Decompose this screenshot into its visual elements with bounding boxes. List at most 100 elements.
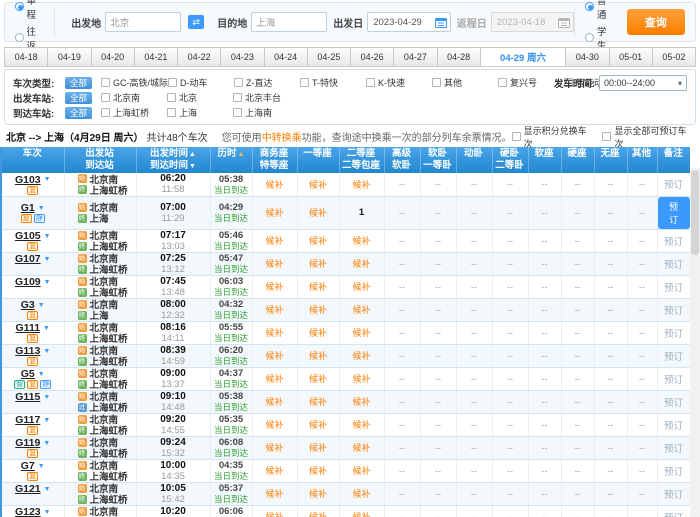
column-header-二等座[interactable]: 二等座 二等包座 [339, 147, 384, 173]
checkbox-icon[interactable] [233, 93, 242, 102]
seat-waitlist-cell[interactable]: 候补 [297, 252, 339, 275]
column-header-其他[interactable]: 其他 [627, 147, 657, 173]
seat-waitlist-cell[interactable]: 候补 [339, 252, 384, 275]
train-number-link[interactable]: G1 [21, 202, 35, 214]
seat-waitlist-cell[interactable]: 候补 [297, 413, 339, 436]
date-tab-04-21[interactable]: 04-21 [135, 47, 178, 67]
seat-waitlist-cell[interactable]: 候补 [297, 344, 339, 367]
seat-waitlist-cell[interactable]: 候补 [252, 413, 297, 436]
train-number-link[interactable]: G7 [21, 460, 35, 472]
column-header-车次[interactable]: 车次 [2, 147, 64, 173]
seat-waitlist-cell[interactable]: 候补 [339, 344, 384, 367]
seat-waitlist-cell[interactable]: 候补 [339, 459, 384, 482]
seat-waitlist-cell[interactable]: 候补 [297, 275, 339, 298]
seat-waitlist-cell[interactable]: 候补 [252, 252, 297, 275]
depart-date-input[interactable]: 2023-04-29 [367, 12, 451, 32]
seat-waitlist-cell[interactable]: 候补 [252, 505, 297, 517]
checkbox-icon[interactable] [101, 78, 110, 87]
date-tab-04-23[interactable]: 04-23 [221, 47, 264, 67]
seat-waitlist-cell[interactable]: 候补 [339, 482, 384, 505]
train-number-link[interactable]: G113 [15, 345, 40, 357]
seat-waitlist-cell[interactable]: 候补 [252, 344, 297, 367]
seat-waitlist-cell[interactable]: 候补 [339, 229, 384, 252]
checkbox-icon[interactable] [498, 78, 507, 87]
seat-waitlist-cell[interactable]: 候补 [252, 229, 297, 252]
seat-waitlist-cell[interactable]: 候补 [339, 298, 384, 321]
radio-icon[interactable] [585, 2, 594, 11]
column-header-高级[interactable]: 高级 软卧 [384, 147, 420, 173]
transfer-link[interactable]: 中转换乘 [262, 133, 302, 144]
filter-checkbox-option[interactable]: 其他 [432, 76, 498, 89]
to-station-input[interactable] [251, 12, 327, 32]
date-tab-04-25[interactable]: 04-25 [308, 47, 351, 67]
filter-checkbox-option[interactable]: D-动车 [168, 76, 234, 89]
date-tab-04-27[interactable]: 04-27 [394, 47, 437, 67]
train-number-link[interactable]: G121 [15, 483, 41, 495]
checkbox-icon[interactable] [167, 93, 176, 102]
seat-waitlist-cell[interactable]: 候补 [252, 275, 297, 298]
seat-waitlist-cell[interactable]: 候补 [297, 229, 339, 252]
filter-checkbox-option[interactable]: 北京丰台 [233, 91, 299, 104]
expand-caret-icon[interactable]: ▼ [38, 302, 45, 309]
seat-waitlist-cell[interactable]: 候补 [297, 390, 339, 413]
filter-checkbox-option[interactable]: Z-直达 [234, 76, 300, 89]
column-header-出发时间[interactable]: 出发时间▲ 到达时间▼ [136, 147, 210, 173]
checkbox-icon[interactable] [432, 78, 441, 87]
swap-stations-icon[interactable]: ⇄ [188, 15, 204, 29]
date-tab-04-20[interactable]: 04-20 [92, 47, 135, 67]
filter-checkbox-option[interactable]: T-特快 [300, 76, 366, 89]
filter-checkbox-option[interactable]: 上海 [167, 106, 233, 119]
expand-caret-icon[interactable]: ▼ [43, 325, 50, 332]
checkbox-icon[interactable] [234, 78, 243, 87]
filter-all-tag[interactable]: 全部 [65, 92, 92, 104]
expand-caret-icon[interactable]: ▼ [38, 463, 45, 470]
date-tab-04-30[interactable]: 04-30 [566, 47, 609, 67]
date-tab-04-18[interactable]: 04-18 [4, 47, 48, 67]
ticket-type-radio-selected[interactable]: 普通 [585, 0, 614, 21]
expand-caret-icon[interactable]: ▼ [44, 233, 51, 240]
seat-waitlist-cell[interactable]: 候补 [339, 173, 384, 196]
filter-checkbox-option[interactable]: GC-高铁/城际 [101, 76, 168, 89]
train-number-link[interactable]: G123 [15, 506, 41, 517]
train-number-link[interactable]: G5 [21, 368, 35, 380]
checkbox-icon[interactable] [167, 108, 176, 117]
train-number-link[interactable]: G109 [15, 276, 41, 288]
seat-waitlist-cell[interactable]: 候补 [252, 459, 297, 482]
train-number-link[interactable]: G111 [16, 322, 41, 334]
expand-caret-icon[interactable]: ▼ [44, 486, 51, 493]
column-header-无座[interactable]: 无座 [594, 147, 627, 173]
column-header-软卧[interactable]: 软卧 一等卧 [420, 147, 456, 173]
date-tab-05-02[interactable]: 05-02 [653, 47, 696, 67]
checkbox-icon[interactable] [366, 78, 375, 87]
seat-waitlist-cell[interactable]: 候补 [252, 173, 297, 196]
seat-waitlist-cell[interactable]: 候补 [339, 505, 384, 517]
expand-caret-icon[interactable]: ▼ [38, 205, 45, 212]
seat-waitlist-cell[interactable]: 候补 [297, 367, 339, 390]
date-tab-04-22[interactable]: 04-22 [178, 47, 221, 67]
seat-waitlist-cell[interactable]: 候补 [297, 482, 339, 505]
column-header-硬卧[interactable]: 硬卧 二等卧 [492, 147, 528, 173]
seat-waitlist-cell[interactable]: 候补 [339, 390, 384, 413]
seat-waitlist-cell[interactable]: 候补 [297, 173, 339, 196]
seat-waitlist-cell[interactable]: 候补 [339, 436, 384, 459]
train-number-link[interactable]: G115 [15, 391, 40, 403]
column-header-硬座[interactable]: 硬座 [561, 147, 594, 173]
column-header-商务座[interactable]: 商务座 特等座 [252, 147, 297, 173]
seat-waitlist-cell[interactable]: 候补 [252, 196, 297, 229]
filter-checkbox-option[interactable]: 上海南 [233, 106, 299, 119]
seat-waitlist-cell[interactable]: 候补 [297, 459, 339, 482]
expand-caret-icon[interactable]: ▼ [43, 348, 50, 355]
column-header-出发站[interactable]: 出发站 到达站 [64, 147, 136, 173]
seat-waitlist-cell[interactable]: 候补 [297, 196, 339, 229]
filter-checkbox-option[interactable]: 北京南 [101, 91, 167, 104]
expand-caret-icon[interactable]: ▼ [44, 176, 51, 183]
expand-caret-icon[interactable]: ▼ [38, 371, 45, 378]
train-number-link[interactable]: G119 [15, 437, 40, 449]
seat-waitlist-cell[interactable]: 候补 [339, 275, 384, 298]
checkbox-icon[interactable] [101, 108, 110, 117]
train-number-link[interactable]: G117 [15, 414, 40, 426]
date-tab-04-26[interactable]: 04-26 [351, 47, 394, 67]
checkbox-icon[interactable] [101, 93, 110, 102]
depart-time-select[interactable]: 00:00--24:00 ▾ [599, 75, 687, 91]
scrollbar-track[interactable] [690, 168, 700, 517]
